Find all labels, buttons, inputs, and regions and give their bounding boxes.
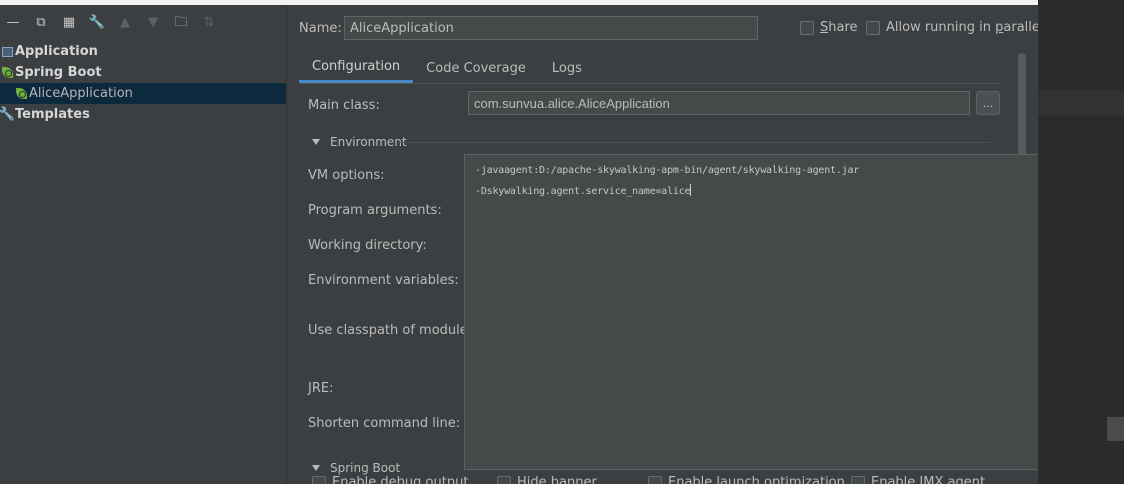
enable-jmx-agent-checkbox[interactable]: Enable JMX agent (851, 475, 985, 484)
tree-item-label: Spring Boot (15, 65, 102, 80)
wrench-icon: 🔧 (0, 107, 16, 122)
tab-configuration[interactable]: Configuration (299, 53, 414, 83)
tree-item-templates[interactable]: 🔧 Templates (0, 104, 286, 125)
enable-launch-optimization-checkbox[interactable]: Enable launch optimization (648, 475, 845, 484)
section-divider (398, 142, 990, 143)
editor-highlight-line (1038, 90, 1124, 116)
share-checkbox-group[interactable]: Share (800, 20, 858, 35)
editor-fragment (1107, 417, 1124, 441)
checkbox[interactable] (648, 475, 662, 484)
collapse-triangle-icon (312, 139, 320, 145)
environment-variables-label: Environment variables: (308, 273, 459, 288)
working-directory-label: Working directory: (308, 238, 427, 253)
tree-item-label: AliceApplication (29, 86, 133, 101)
share-label: Share (820, 20, 858, 35)
program-arguments-label: Program arguments: (308, 203, 442, 218)
scrollbar-thumb[interactable] (1018, 53, 1026, 158)
save-icon[interactable]: ▦ (62, 16, 76, 30)
minus-icon[interactable]: — (6, 16, 20, 30)
share-checkbox[interactable] (800, 20, 814, 35)
checkbox[interactable] (497, 475, 511, 484)
tree-item-alice-application[interactable]: AliceApplication (0, 83, 286, 104)
spring-boot-icon (0, 66, 14, 80)
sort-icon[interactable]: ⇅ (202, 16, 216, 30)
spring-boot-section-header[interactable]: Spring Boot (312, 461, 400, 475)
wrench-icon[interactable]: 🔧 (89, 16, 105, 30)
spring-boot-icon (14, 87, 28, 101)
copy-icon[interactable]: ⧉ (34, 16, 48, 30)
jre-label: JRE: (308, 381, 334, 396)
allow-parallel-label: Allow running in parallel (886, 20, 1044, 35)
main-class-label: Main class: (308, 98, 380, 113)
shorten-command-line-label: Shorten command line: (308, 416, 461, 431)
environment-section-header[interactable]: Environment (312, 135, 407, 149)
collapse-triangle-icon (312, 465, 320, 471)
tab-code-coverage[interactable]: Code Coverage (413, 53, 539, 83)
folder-add-icon[interactable]: 🗀 (174, 16, 188, 30)
hide-banner-checkbox[interactable]: Hide banner (497, 475, 597, 484)
checkbox[interactable] (312, 475, 326, 484)
main-class-input[interactable] (468, 91, 970, 115)
enable-debug-output-checkbox[interactable]: Enable debug output (312, 475, 468, 484)
tree-item-spring-boot[interactable]: Spring Boot (0, 62, 286, 83)
config-tree: Application Spring Boot AliceApplication… (0, 41, 286, 125)
editor-background (1038, 0, 1124, 484)
tree-item-label: Application (15, 44, 98, 59)
run-configurations-tree-panel: — ⧉ ▦ 🔧 ▲ ▼ 🗀 ⇅ Application Spring Boot … (0, 5, 287, 484)
vm-options-label: VM options: (308, 168, 385, 183)
tree-item-label: Templates (15, 107, 90, 122)
vm-option-line-1: -javaagent:D:/apache-skywalking-apm-bin/… (475, 165, 860, 176)
browse-main-class-button[interactable]: ... (976, 91, 1000, 115)
tree-item-application[interactable]: Application (0, 41, 286, 62)
arrow-up-icon[interactable]: ▲ (118, 16, 132, 30)
vm-option-line-2: -Dskywalking.agent.service_name=alice (475, 184, 692, 197)
tab-logs[interactable]: Logs (539, 53, 595, 83)
text-caret (690, 184, 692, 196)
allow-parallel-checkbox-group[interactable]: Allow running in parallel (866, 20, 1044, 35)
tree-toolbar: — ⧉ ▦ 🔧 ▲ ▼ 🗀 ⇅ (0, 5, 286, 41)
allow-parallel-checkbox[interactable] (866, 20, 880, 35)
application-icon (0, 45, 14, 59)
vm-options-expanded-editor[interactable]: ⤢ -javaagent:D:/apache-skywalking-apm-bi… (464, 154, 1107, 470)
name-input[interactable] (344, 16, 758, 40)
checkbox[interactable] (851, 475, 865, 484)
config-tabs: Configuration Code Coverage Logs (299, 53, 595, 83)
classpath-module-label: Use classpath of module: (308, 323, 473, 338)
name-label: Name: (299, 20, 342, 36)
arrow-down-icon[interactable]: ▼ (146, 16, 160, 30)
name-row: Name: (299, 16, 758, 40)
